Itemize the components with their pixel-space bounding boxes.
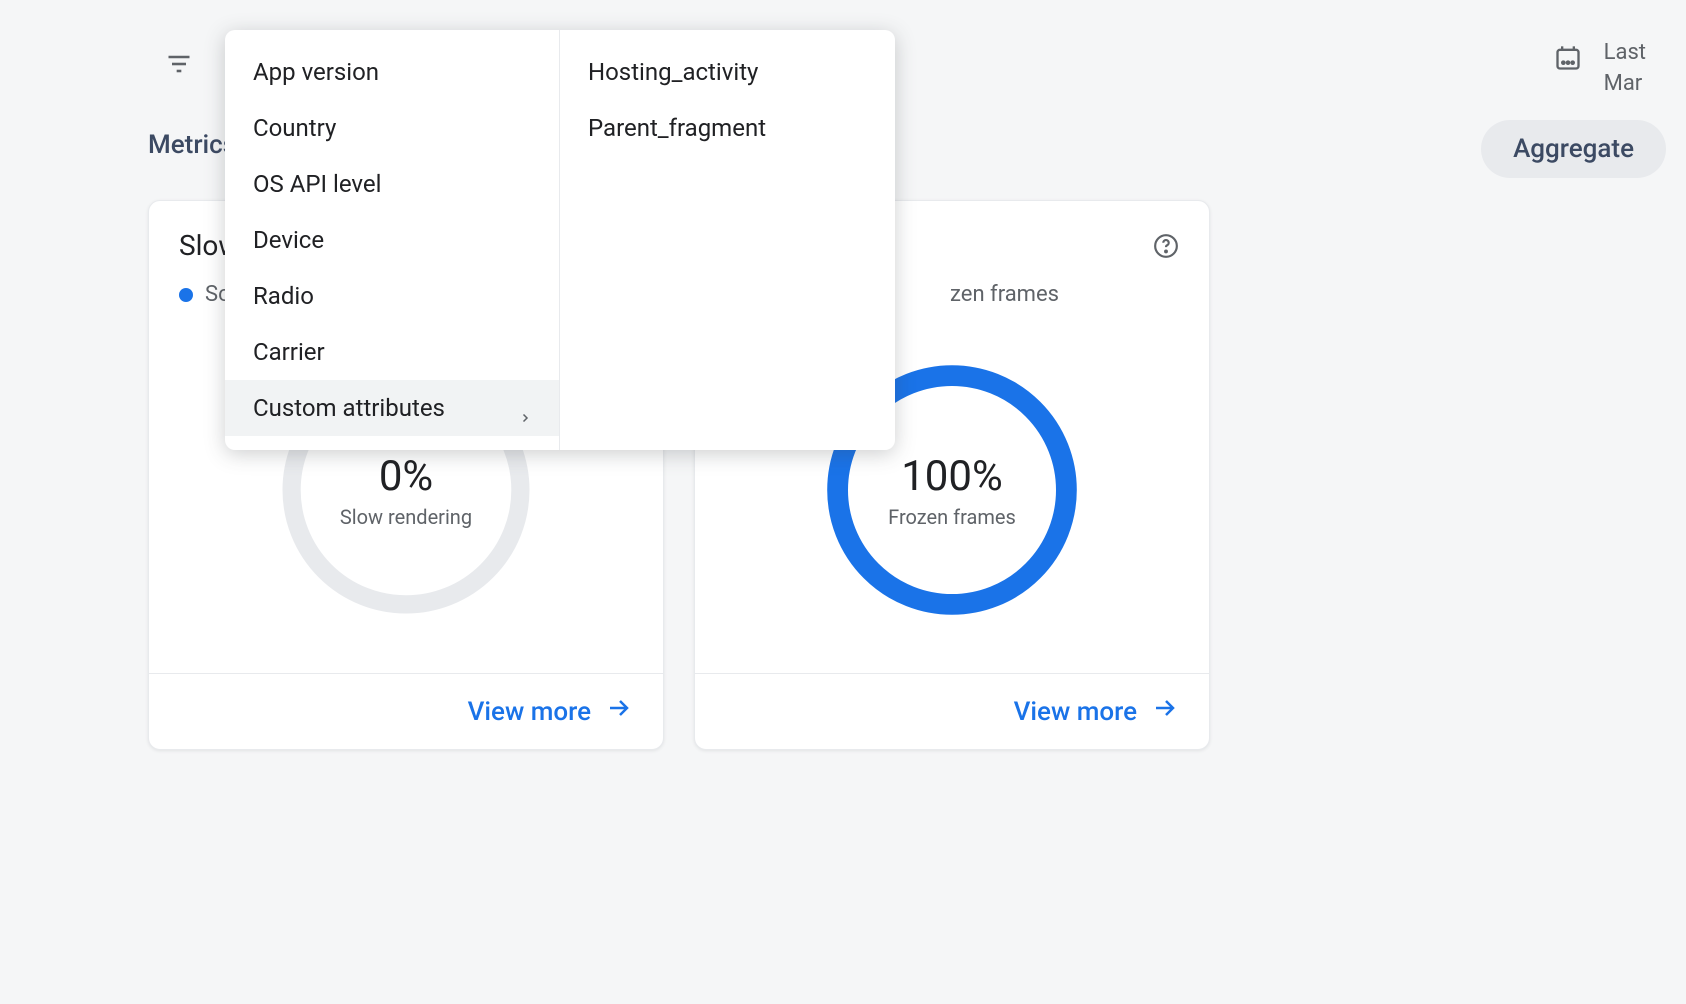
menu-item-parent-fragment[interactable]: Parent_fragment (560, 100, 895, 156)
menu-item-custom-attributes[interactable]: Custom attributes (225, 380, 559, 436)
menu-item-country[interactable]: Country (225, 100, 559, 156)
donut-label: Slow rendering (340, 505, 472, 529)
date-line2: Mar (1604, 71, 1646, 96)
card-footer: View more (149, 673, 663, 749)
calendar-icon (1554, 44, 1582, 72)
arrow-right-icon (1151, 696, 1179, 727)
menu-item-carrier[interactable]: Carrier (225, 324, 559, 380)
filter-icon[interactable] (165, 50, 193, 78)
filter-menu-primary: App version Country OS API level Device … (225, 30, 560, 450)
legend-dot-icon (179, 288, 193, 302)
legend-label: zen frames (950, 282, 1059, 307)
date-line1: Last (1604, 40, 1646, 65)
menu-item-os-api-level[interactable]: OS API level (225, 156, 559, 212)
menu-item-hosting-activity[interactable]: Hosting_activity (560, 44, 895, 100)
metrics-label: Metrics (148, 130, 236, 160)
arrow-right-icon (605, 696, 633, 727)
view-more-button[interactable]: View more (1014, 696, 1179, 727)
chevron-right-icon (519, 402, 531, 414)
filter-menu-secondary: Hosting_activity Parent_fragment (560, 30, 895, 450)
date-range[interactable]: Last Mar (1554, 40, 1646, 96)
card-footer: View more (695, 673, 1209, 749)
donut-percent: 0% (379, 452, 433, 501)
aggregate-chip[interactable]: Aggregate (1481, 120, 1666, 178)
menu-item-device[interactable]: Device (225, 212, 559, 268)
view-more-label: View more (1014, 697, 1137, 727)
view-more-label: View more (468, 697, 591, 727)
menu-item-app-version[interactable]: App version (225, 44, 559, 100)
donut-percent: 100% (901, 452, 1003, 501)
filter-menu: App version Country OS API level Device … (225, 30, 895, 450)
menu-item-radio[interactable]: Radio (225, 268, 559, 324)
view-more-button[interactable]: View more (468, 696, 633, 727)
donut-label: Frozen frames (888, 505, 1016, 529)
help-icon[interactable] (1153, 233, 1179, 263)
